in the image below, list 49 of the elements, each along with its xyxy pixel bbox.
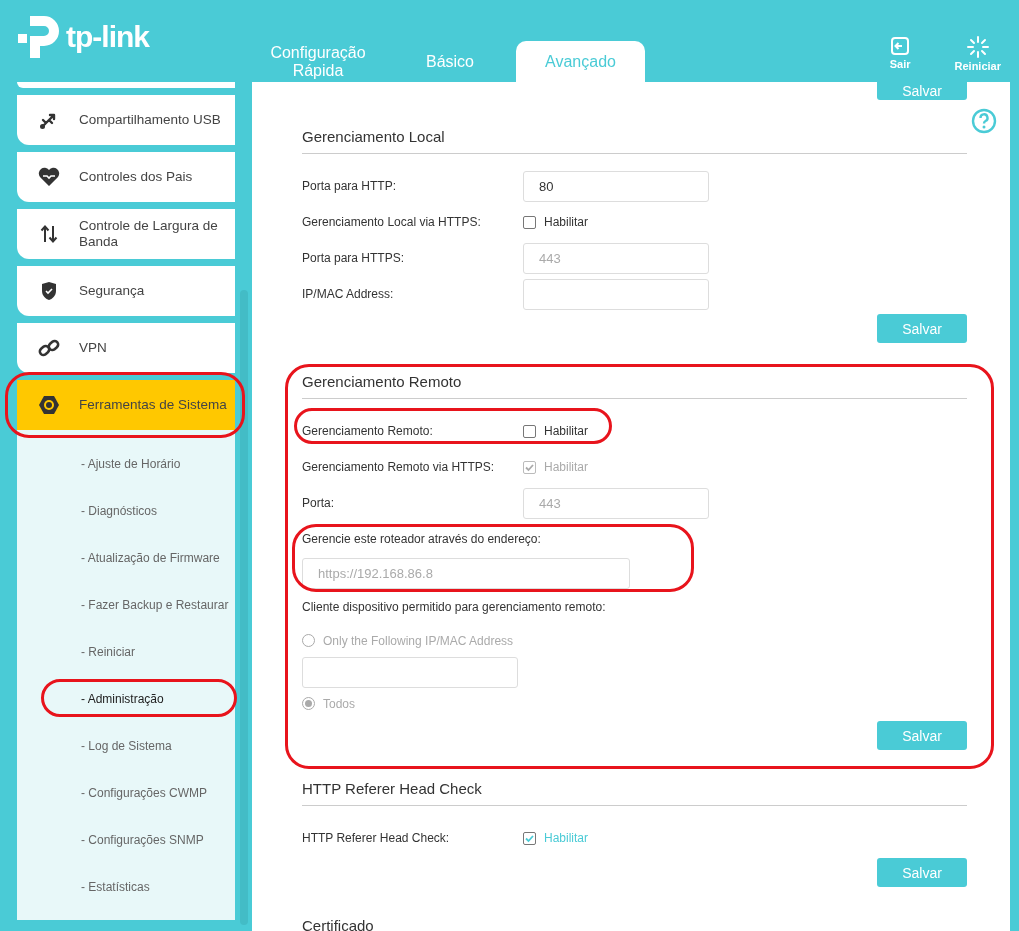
scrollbar-thumb[interactable] bbox=[240, 290, 248, 925]
submenu-item[interactable]: - Configurações CWMP bbox=[17, 769, 235, 816]
submenu-item[interactable]: - Atualização de Firmware bbox=[17, 534, 235, 581]
field-label: Porta para HTTP: bbox=[302, 179, 398, 193]
sidebar-item[interactable]: VPN bbox=[17, 323, 235, 373]
link-icon bbox=[38, 338, 60, 358]
checkbox[interactable] bbox=[523, 215, 536, 229]
checkbox-label[interactable]: Habilitar bbox=[544, 424, 588, 438]
sidebar-item[interactable]: Controle de Largura de Banda bbox=[17, 209, 235, 259]
submenu-item[interactable]: - Administração bbox=[17, 675, 235, 722]
sidebar-item[interactable]: Controles dos Pais bbox=[17, 152, 235, 202]
checkbox[interactable] bbox=[523, 424, 536, 438]
field-label: Gerencie este roteador através do endereço: bbox=[302, 532, 541, 546]
section-title: Gerenciamento Remoto bbox=[302, 373, 967, 399]
input-field[interactable]: 80 bbox=[523, 170, 709, 202]
help-icon[interactable] bbox=[971, 108, 997, 134]
submenu-item[interactable]: - Configurações SNMP bbox=[17, 816, 235, 863]
field-label: Gerenciamento Remoto: bbox=[302, 424, 434, 438]
field-label: Porta para HTTPS: bbox=[302, 251, 406, 265]
field-label: Gerenciamento Remoto via HTTPS: bbox=[302, 460, 496, 474]
logo-text: tp-link bbox=[66, 20, 149, 54]
sidebar-item[interactable]: Ferramentas de Sistema bbox=[17, 380, 235, 430]
submenu-item[interactable]: - Estatísticas bbox=[17, 863, 235, 910]
sidebar-item[interactable]: Segurança bbox=[17, 266, 235, 316]
section-title: Gerenciamento Local bbox=[302, 128, 967, 154]
field-label: Gerenciamento Local via HTTPS: bbox=[302, 215, 482, 229]
shield-icon bbox=[41, 281, 57, 301]
up-down-arrows-icon bbox=[40, 224, 58, 244]
field-label: IP/MAC Address: bbox=[302, 287, 395, 301]
field-label: Cliente dispositivo permitido para gerenciamento remoto: bbox=[302, 600, 606, 614]
submenu-item[interactable]: - Reiniciar bbox=[17, 628, 235, 675]
section-title: HTTP Referer Head Check bbox=[302, 780, 967, 806]
field-label: HTTP Referer Head Check: bbox=[302, 831, 451, 845]
gear-icon bbox=[38, 394, 60, 416]
submenu-item[interactable]: - Log de Sistema bbox=[17, 722, 235, 769]
logo-icon bbox=[16, 14, 62, 60]
sidebar-item[interactable]: Compartilhamento USB bbox=[17, 95, 235, 145]
field-label: Porta: bbox=[302, 496, 335, 510]
submenu-item[interactable]: - Fazer Backup e Restaurar bbox=[17, 581, 235, 628]
input-field[interactable] bbox=[302, 656, 518, 688]
input-field[interactable] bbox=[523, 278, 709, 310]
section-title: Certificado bbox=[302, 917, 967, 931]
heart-icon bbox=[38, 167, 60, 187]
checkbox-label[interactable]: Habilitar bbox=[544, 215, 588, 229]
submenu-item[interactable]: - Diagnósticos bbox=[17, 487, 235, 534]
spinner-icon bbox=[966, 36, 989, 58]
submenu-item[interactable]: - Ajuste de Horário bbox=[17, 440, 235, 487]
logout-icon bbox=[890, 36, 911, 56]
checkbox[interactable] bbox=[523, 831, 536, 845]
